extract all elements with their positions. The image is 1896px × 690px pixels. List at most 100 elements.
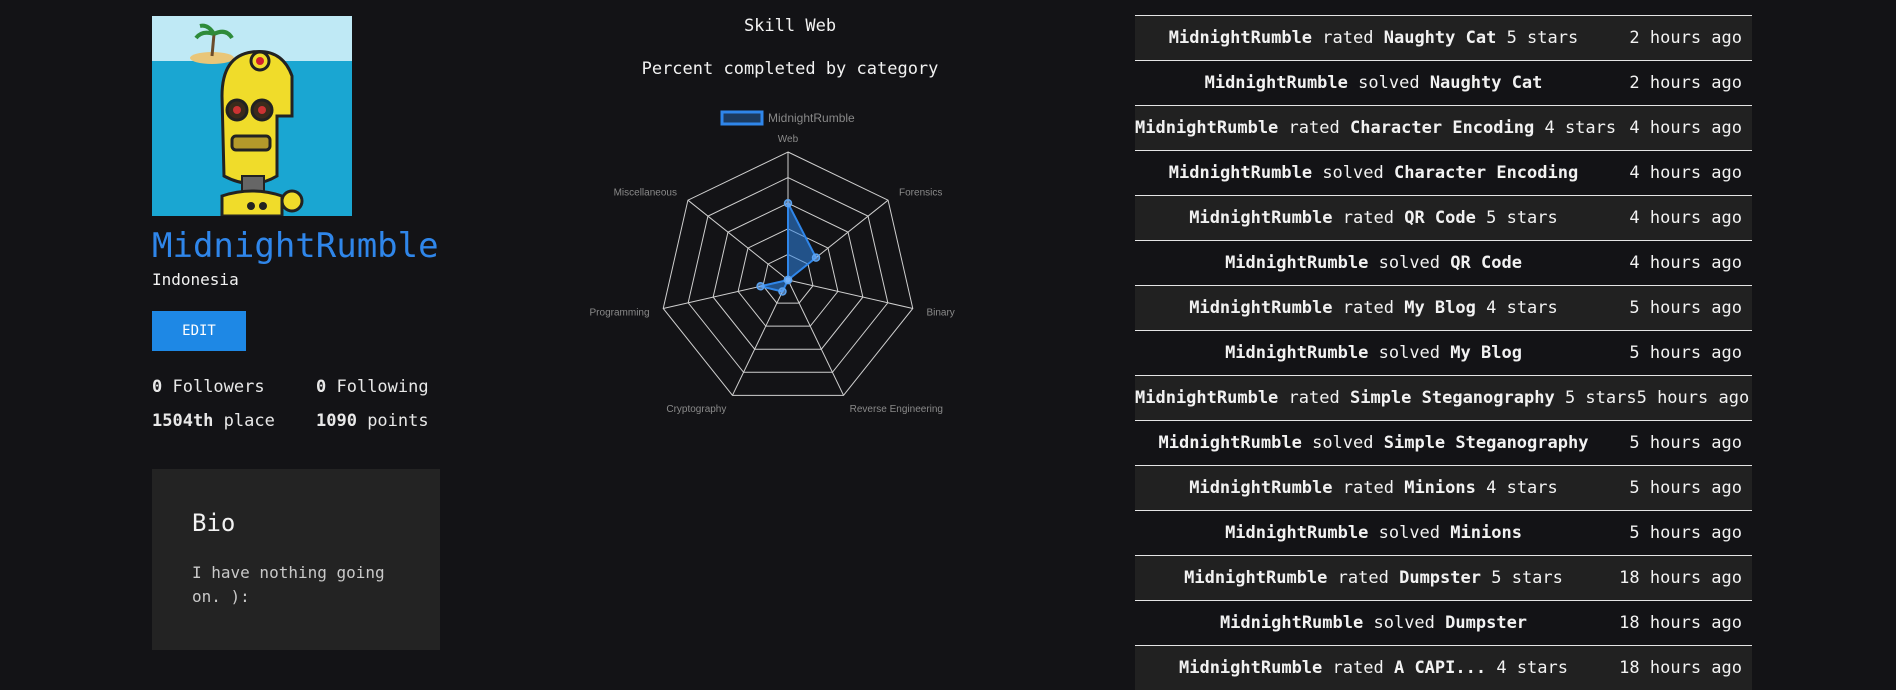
activity-verb: solved	[1312, 433, 1374, 453]
activity-rating: 5 stars	[1491, 568, 1563, 588]
activity-verb: solved	[1358, 73, 1420, 93]
activity-row: MidnightRumble rated QR Code 5 stars 4 ho…	[1135, 195, 1752, 240]
activity-text: MidnightRumble solved My Blog	[1135, 343, 1612, 363]
activity-time: 18 hours ago	[1619, 613, 1742, 633]
chart-title: Skill Web	[743, 16, 837, 36]
activity-time: 18 hours ago	[1619, 568, 1742, 588]
activity-time: 5 hours ago	[1629, 298, 1742, 318]
activity-rating: 5 stars	[1506, 28, 1579, 48]
activity-user-link[interactable]: MidnightRumble	[1189, 478, 1332, 498]
radar-axis-label: Forensics	[899, 187, 942, 198]
edit-button[interactable]: EDIT	[152, 311, 246, 351]
activity-challenge-link[interactable]: Naughty Cat	[1384, 28, 1497, 48]
activity-verb: solved	[1378, 343, 1441, 363]
radar-chart: MidnightRumble Web Forensics Binary Reverse …	[590, 110, 955, 415]
activity-feed: MidnightRumble rated Naughty Cat 5 stars…	[1135, 15, 1752, 690]
activity-user-link[interactable]: MidnightRumble	[1159, 433, 1302, 453]
activity-row: MidnightRumble rated Character Encoding …	[1135, 105, 1752, 150]
points-label: points	[356, 411, 429, 431]
activity-user-link[interactable]: MidnightRumble	[1189, 298, 1332, 318]
activity-challenge-link[interactable]: My Blog	[1404, 298, 1476, 318]
activity-user-link[interactable]: MidnightRumble	[1135, 388, 1278, 408]
place-stat: 1504th place	[152, 411, 316, 431]
activity-text: MidnightRumble rated Dumpster 5 stars	[1135, 568, 1612, 588]
legend-swatch	[720, 110, 764, 126]
activity-user-link[interactable]: MidnightRumble	[1189, 208, 1332, 228]
activity-challenge-link[interactable]: My Blog	[1450, 343, 1522, 363]
activity-text: MidnightRumble rated A CAPI... 4 stars	[1135, 658, 1612, 678]
activity-row: MidnightRumble rated A CAPI... 4 stars 18…	[1135, 645, 1752, 690]
profile-panel: MidnightRumble Indonesia EDIT 0 Follower…	[152, 16, 452, 431]
activity-user-link[interactable]: MidnightRumble	[1225, 253, 1368, 273]
activity-time: 5 hours ago	[1629, 478, 1742, 498]
activity-text: MidnightRumble rated Simple Steganograph…	[1135, 388, 1637, 408]
legend-label: MidnightRumble	[768, 111, 855, 125]
activity-text: MidnightRumble rated Character Encoding …	[1135, 118, 1616, 138]
activity-time: 5 hours ago	[1629, 523, 1742, 543]
country: Indonesia	[152, 270, 239, 289]
activity-text: MidnightRumble solved Naughty Cat	[1135, 73, 1612, 93]
followers-stat[interactable]: 0 Followers	[152, 377, 316, 397]
activity-challenge-link[interactable]: Dumpster	[1445, 613, 1527, 633]
activity-text: MidnightRumble solved QR Code	[1135, 253, 1612, 273]
activity-user-link[interactable]: MidnightRumble	[1169, 163, 1312, 183]
activity-time: 18 hours ago	[1619, 658, 1742, 678]
activity-verb: rated	[1288, 118, 1340, 138]
activity-challenge-link[interactable]: Dumpster	[1399, 568, 1481, 588]
activity-challenge-link[interactable]: Minions	[1404, 478, 1476, 498]
activity-challenge-link[interactable]: Character Encoding	[1394, 163, 1578, 183]
activity-row: MidnightRumble rated Simple Steganograph…	[1135, 375, 1752, 420]
activity-verb: rated	[1342, 478, 1394, 498]
activity-verb: rated	[1342, 298, 1394, 318]
activity-challenge-link[interactable]: QR Code	[1404, 208, 1476, 228]
activity-text: MidnightRumble solved Minions	[1135, 523, 1612, 543]
activity-time: 2 hours ago	[1629, 73, 1742, 93]
activity-rating: 5 stars	[1486, 208, 1558, 228]
following-stat[interactable]: 0 Following	[316, 377, 456, 397]
activity-user-link[interactable]: MidnightRumble	[1184, 568, 1327, 588]
activity-time: 4 hours ago	[1629, 253, 1742, 273]
robot-avatar-image	[152, 16, 352, 216]
activity-challenge-link[interactable]: Character Encoding	[1350, 118, 1534, 138]
activity-row: MidnightRumble solved QR Code 4 hours ago	[1135, 240, 1752, 285]
activity-challenge-link[interactable]: Naughty Cat	[1430, 73, 1543, 93]
radar-point-programming	[756, 282, 765, 291]
activity-rating: 5 stars	[1564, 388, 1637, 408]
activity-challenge-link[interactable]: A CAPI...	[1394, 658, 1486, 678]
radar-axis-label: Web	[778, 134, 799, 145]
activity-user-link[interactable]: MidnightRumble	[1135, 118, 1278, 138]
activity-user-link[interactable]: MidnightRumble	[1225, 523, 1368, 543]
activity-challenge-link[interactable]: QR Code	[1450, 253, 1522, 273]
activity-row: MidnightRumble solved Minions 5 hours ago	[1135, 510, 1752, 555]
activity-row: MidnightRumble rated Dumpster 5 stars 18 …	[1135, 555, 1752, 600]
activity-text: MidnightRumble rated Minions 4 stars	[1135, 478, 1612, 498]
activity-verb: rated	[1332, 658, 1384, 678]
activity-time: 4 hours ago	[1629, 163, 1742, 183]
activity-user-link[interactable]: MidnightRumble	[1205, 73, 1348, 93]
activity-challenge-link[interactable]: Simple Steganography	[1384, 433, 1589, 453]
activity-user-link[interactable]: MidnightRumble	[1179, 658, 1322, 678]
skill-web-chart: Skill Web Percent completed by category …	[580, 0, 1000, 440]
radar-axis-label: Programming	[590, 308, 650, 319]
activity-time: 5 hours ago	[1629, 433, 1742, 453]
activity-text: MidnightRumble rated My Blog 4 stars	[1135, 298, 1612, 318]
activity-row: MidnightRumble solved Simple Steganograp…	[1135, 420, 1752, 465]
radar-axis-label: Reverse Engineering	[850, 404, 943, 415]
followers-label: Followers	[162, 377, 265, 397]
activity-row: MidnightRumble rated My Blog 4 stars 5 ho…	[1135, 285, 1752, 330]
radar-point-miscellaneous	[783, 275, 793, 285]
profile-stats: 0 Followers 0 Following 1504th place 109…	[152, 377, 452, 431]
radar-axis-label: Cryptography	[666, 404, 726, 415]
points-stat: 1090 points	[316, 411, 456, 431]
activity-verb: solved	[1373, 613, 1435, 633]
activity-challenge-link[interactable]: Minions	[1450, 523, 1522, 543]
activity-text: MidnightRumble solved Dumpster	[1135, 613, 1612, 633]
activity-user-link[interactable]: MidnightRumble	[1220, 613, 1363, 633]
activity-user-link[interactable]: MidnightRumble	[1169, 28, 1312, 48]
activity-challenge-link[interactable]: Simple Steganography	[1350, 388, 1555, 408]
activity-verb: solved	[1378, 523, 1441, 543]
activity-text: MidnightRumble rated QR Code 5 stars	[1135, 208, 1612, 228]
activity-user-link[interactable]: MidnightRumble	[1225, 343, 1368, 363]
username: MidnightRumble	[152, 226, 439, 266]
activity-verb: solved	[1322, 163, 1384, 183]
